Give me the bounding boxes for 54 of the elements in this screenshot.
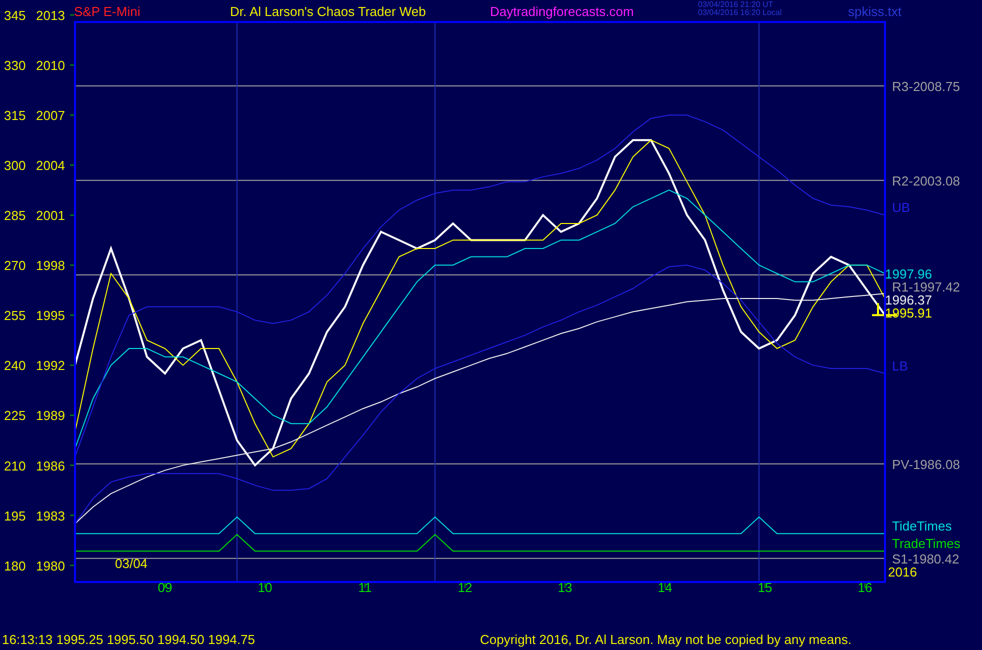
axis-label: 270 [4,258,26,274]
time-label: 14 [658,580,672,595]
axis-label: 1992 [36,358,65,374]
level-label: S1-1980.42 [892,551,960,566]
axis-label: 300 [4,158,26,174]
timestamp: 03/04/2016 21:20 UT [698,0,774,9]
value-label: 1996.37 [885,292,932,308]
axis-label: 2010 [36,58,65,74]
time-label: 13 [558,580,572,595]
value-label: 1997.96 [885,266,932,282]
line-label: TradeTimes [892,536,960,552]
copyright-notice: Copyright 2016, Dr. Al Larson. May not be copied by any means. [480,632,852,647]
axis-label: 1989 [36,408,65,424]
axis-label: 1998 [36,258,65,274]
axis-label: 315 [4,108,26,124]
file-name: spkiss.txt [848,4,902,19]
quote-line: 16:13:13 1995.25 1995.50 1994.50 1994.75 [2,632,256,647]
axis-label: 255 [4,308,26,324]
axis-label: 2001 [36,208,65,224]
site-link[interactable]: Daytradingforecasts.com [490,4,634,19]
axis-label: 2004 [36,158,65,174]
axis-label: 1980 [36,558,65,574]
time-label: 15 [758,580,772,595]
line-label: UB [892,200,910,216]
date-label: 03/04 [115,556,148,571]
time-label: 11 [358,580,372,595]
instrument-name: S&P E-Mini [74,4,140,19]
level-label: R1-1997.42 [892,279,960,294]
axis-label: 1995 [36,308,65,324]
axis-label: 1986 [36,458,65,474]
level-label: PV-1986.08 [892,456,960,472]
axis-label: 285 [4,208,26,224]
time-label: 12 [458,580,472,595]
axis-label: 2007 [36,108,65,124]
level-label: R3-2008.75 [892,78,960,94]
axis-label: 2013 [36,8,65,23]
line-label: LB [892,358,908,374]
axis-label: 240 [4,358,26,374]
time-label: 16 [858,580,872,595]
axis-label: 210 [4,458,26,474]
axis-label: 345 [4,8,26,23]
timestamp: 03/04/2016 16:20 Local [698,8,782,17]
line-label: TideTimes [892,518,952,534]
axis-label: 225 [4,408,26,424]
time-label: 09 [158,580,172,595]
value-label: 1995.91 [885,305,932,320]
axis-label: 1983 [36,508,65,524]
level-label: R2-2003.08 [892,173,960,188]
axis-label: 195 [4,508,26,524]
chart-title: Dr. Al Larson's Chaos Trader Web [230,4,426,19]
year-label: 2016 [888,564,917,580]
time-label: 10 [258,580,272,595]
axis-label: 180 [4,558,26,574]
axis-label: 330 [4,58,26,74]
